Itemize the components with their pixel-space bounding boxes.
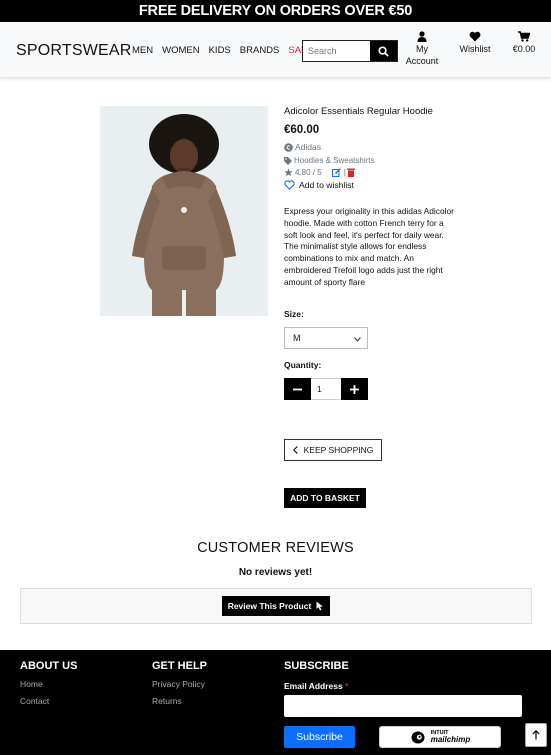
- no-reviews-text: No reviews yet!: [238, 567, 313, 578]
- nav-men[interactable]: MEN: [132, 45, 153, 56]
- wishlist-link[interactable]: Wishlist: [457, 31, 493, 55]
- brand-label: Adidas: [295, 142, 321, 152]
- edit-icon[interactable]: [331, 168, 341, 177]
- help-heading: GET HELP: [152, 660, 208, 672]
- account-label-line2: Account: [405, 56, 439, 66]
- cursor-icon: [316, 601, 324, 611]
- size-select[interactable]: M: [284, 327, 368, 349]
- product-rating-row: 4.80 / 5 |: [284, 168, 464, 177]
- size-label: Size:: [284, 309, 304, 319]
- add-to-basket-button[interactable]: ADD TO BASKET: [284, 488, 366, 508]
- wishlist-link-label: Add to wishlist: [299, 180, 354, 190]
- footer-link-returns[interactable]: Returns: [152, 696, 182, 706]
- keep-shopping-label: KEEP SHOPPING: [303, 445, 374, 455]
- increment-button[interactable]: [341, 378, 368, 400]
- mailchimp-badge[interactable]: INTUIT mailchimp: [379, 726, 501, 748]
- email-field[interactable]: [284, 695, 522, 717]
- email-label: Email Address *: [284, 681, 348, 691]
- site-footer: ABOUT US Home Contact GET HELP Privacy P…: [0, 650, 551, 755]
- nav-women[interactable]: WOMEN: [162, 45, 199, 56]
- arrow-up-icon: [532, 730, 540, 740]
- trash-icon[interactable]: [346, 168, 355, 177]
- reviews-heading: CUSTOMER REVIEWS: [197, 540, 354, 556]
- decrement-button[interactable]: [284, 378, 311, 400]
- minus-icon: [293, 388, 302, 390]
- wishlist-label: Wishlist: [459, 44, 491, 54]
- basket-total: €0.00: [512, 44, 536, 54]
- chevron-left-icon: [292, 446, 298, 454]
- rating-value: 4.80 / 5: [295, 168, 322, 177]
- account-link[interactable]: My Account: [404, 31, 440, 67]
- search-button[interactable]: [370, 41, 397, 61]
- scroll-to-top-button[interactable]: [525, 723, 547, 747]
- chevron-down-icon: [354, 337, 361, 342]
- site-logo[interactable]: SPORTSWEAR: [16, 42, 132, 60]
- footer-link-contact[interactable]: Contact: [20, 696, 49, 706]
- product-image: [100, 106, 268, 316]
- search-icon: [378, 45, 389, 57]
- search-form: [302, 40, 398, 62]
- product-description: Express your originality in this adidas …: [284, 206, 454, 287]
- account-label-line1: My: [416, 44, 428, 54]
- nav-kids[interactable]: KIDS: [209, 45, 231, 56]
- heart-icon: [469, 31, 481, 42]
- product-info: Adicolor Essentials Regular Hoodie €60.0…: [284, 106, 464, 190]
- review-product-button[interactable]: Review This Product: [222, 596, 330, 616]
- star-icon: [284, 168, 293, 177]
- product-category[interactable]: Hoodies & Sweatshirts: [284, 156, 464, 165]
- size-value: M: [293, 333, 301, 343]
- main-nav: MEN WOMEN KIDS BRANDS SALE: [132, 45, 322, 56]
- hoodie-model-image: [100, 106, 268, 316]
- category-label: Hoodies & Sweatshirts: [294, 156, 375, 165]
- tag-icon: [284, 156, 292, 165]
- cart-icon: [518, 31, 530, 42]
- footer-link-home[interactable]: Home: [20, 679, 43, 689]
- quantity-label: Quantity:: [284, 360, 322, 370]
- site-header: SPORTSWEAR MEN WOMEN KIDS BRANDS SALE My…: [0, 22, 551, 78]
- product-price: €60.00: [284, 124, 320, 136]
- basket-link[interactable]: €0.00: [509, 31, 539, 55]
- product-name: Adicolor Essentials Regular Hoodie: [284, 106, 433, 117]
- review-button-label: Review This Product: [227, 601, 312, 611]
- quantity-stepper: 1: [284, 378, 368, 400]
- copyright-circle-icon: [284, 142, 293, 152]
- add-to-wishlist-link[interactable]: Add to wishlist: [284, 180, 464, 190]
- mailchimp-wordmark: INTUIT mailchimp: [431, 730, 471, 744]
- nav-brands[interactable]: BRANDS: [240, 45, 280, 56]
- footer-link-privacy[interactable]: Privacy Policy: [152, 679, 205, 689]
- required-mark: *: [345, 681, 349, 691]
- mailchimp-name-text: mailchimp: [430, 735, 471, 744]
- free-delivery-banner: FREE DELIVERY ON ORDERS OVER €50: [0, 0, 551, 22]
- keep-shopping-button[interactable]: KEEP SHOPPING: [284, 439, 382, 461]
- email-label-text: Email Address: [284, 681, 343, 691]
- heart-outline-icon: [284, 180, 295, 190]
- subscribe-button[interactable]: Subscribe: [284, 726, 355, 748]
- quantity-input[interactable]: 1: [311, 378, 341, 400]
- mailchimp-logo-icon: [411, 731, 425, 744]
- about-heading: ABOUT US: [20, 660, 78, 672]
- search-input[interactable]: [303, 41, 370, 61]
- user-icon: [417, 31, 427, 42]
- subscribe-heading: SUBSCRIBE: [284, 660, 349, 672]
- product-brand[interactable]: Adidas: [284, 142, 464, 152]
- plus-icon: [350, 384, 359, 394]
